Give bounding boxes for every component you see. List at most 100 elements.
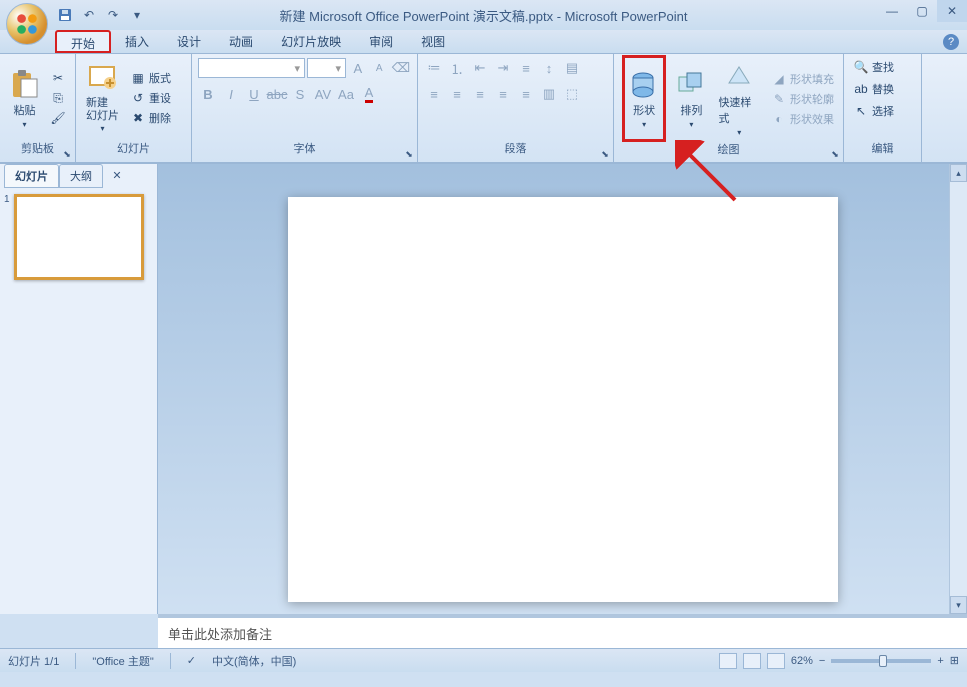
bold-button[interactable]: B xyxy=(198,84,218,104)
line-spacing-button[interactable]: ≡ xyxy=(516,58,536,78)
tab-insert[interactable]: 插入 xyxy=(111,30,163,53)
sorter-view-button[interactable] xyxy=(743,653,761,669)
zoom-in-icon[interactable]: + xyxy=(937,655,943,667)
save-icon[interactable] xyxy=(55,5,75,25)
panel-tab-slides[interactable]: 幻灯片 xyxy=(4,164,59,188)
window-controls: — ▢ ✕ xyxy=(877,0,967,22)
tab-home[interactable]: 开始 xyxy=(55,30,111,53)
group-editing: 🔍查找 ab替换 ↖选择 编辑 xyxy=(844,54,922,162)
shapes-label: 形状 xyxy=(633,102,655,118)
thumbnail-number: 1 xyxy=(4,194,10,280)
close-button[interactable]: ✕ xyxy=(937,0,967,22)
align-right-button[interactable]: ≡ xyxy=(470,84,490,104)
tab-view[interactable]: 视图 xyxy=(407,30,459,53)
slideshow-view-button[interactable] xyxy=(767,653,785,669)
status-slide-count: 幻灯片 1/1 xyxy=(8,653,59,669)
quick-styles-button[interactable]: 快速样式 ▾ xyxy=(714,58,764,139)
tab-animations[interactable]: 动画 xyxy=(215,30,267,53)
zoom-slider[interactable] xyxy=(831,659,931,663)
text-direction-button[interactable]: ↕ xyxy=(539,58,559,78)
align-left-button[interactable]: ≡ xyxy=(424,84,444,104)
zoom-thumb[interactable] xyxy=(879,655,887,667)
panel-tab-outline[interactable]: 大纲 xyxy=(59,164,103,188)
status-language[interactable]: 中文(简体，中国) xyxy=(212,653,296,669)
status-theme: "Office 主题" xyxy=(92,653,153,669)
layout-button[interactable]: ▦版式 xyxy=(127,69,174,87)
group-paragraph-label: 段落 xyxy=(424,138,607,158)
columns-button[interactable]: ▥ xyxy=(539,84,559,104)
find-button[interactable]: 🔍查找 xyxy=(850,58,897,76)
paste-button[interactable]: 粘贴 ▾ xyxy=(6,58,43,138)
paragraph-expand-icon[interactable]: ⬊ xyxy=(599,148,611,160)
select-button[interactable]: ↖选择 xyxy=(850,102,897,120)
fit-window-icon[interactable]: ⊞ xyxy=(950,654,959,667)
scroll-up-icon[interactable]: ▴ xyxy=(950,164,967,182)
chevron-down-icon: ▾ xyxy=(689,120,693,129)
slide-thumbnail[interactable]: 1 xyxy=(4,194,153,280)
arrange-icon xyxy=(675,68,707,100)
numbering-button[interactable]: ⒈ xyxy=(447,58,467,78)
ribbon: 粘贴 ▾ ✂ ⎘ 🖌 剪贴板 ⬊ 新建 幻灯片 ▾ ▦版式 ↺重设 ✖删除 xyxy=(0,54,967,164)
clear-format-icon[interactable]: ⌫ xyxy=(391,58,411,78)
shrink-font-icon[interactable]: A xyxy=(370,58,389,78)
font-family-combo[interactable]: ▾ xyxy=(198,58,305,78)
spellcheck-icon[interactable]: ✓ xyxy=(187,654,196,667)
group-font-label: 字体 xyxy=(198,138,411,158)
office-button[interactable] xyxy=(6,3,48,45)
normal-view-button[interactable] xyxy=(719,653,737,669)
decrease-indent-button[interactable]: ⇤ xyxy=(470,58,490,78)
char-spacing-button[interactable]: AV xyxy=(313,84,333,104)
bullets-button[interactable]: ≔ xyxy=(424,58,444,78)
undo-icon[interactable]: ↶ xyxy=(79,5,99,25)
qat-dropdown-icon[interactable]: ▾ xyxy=(127,5,147,25)
group-font: ▾ ▾ A A ⌫ B I U abc S AV Aa A 字体 ⬊ xyxy=(192,54,418,162)
chevron-down-icon: ▾ xyxy=(294,62,300,75)
shape-fill-button[interactable]: ◢形状填充 xyxy=(768,70,837,88)
format-painter-button[interactable]: 🖌 xyxy=(47,109,69,127)
new-slide-button[interactable]: 新建 幻灯片 ▾ xyxy=(82,58,123,138)
font-expand-icon[interactable]: ⬊ xyxy=(403,148,415,160)
scroll-down-icon[interactable]: ▾ xyxy=(950,596,967,614)
redo-icon[interactable]: ↷ xyxy=(103,5,123,25)
distribute-button[interactable]: ≡ xyxy=(516,84,536,104)
shadow-button[interactable]: S xyxy=(290,84,310,104)
shape-effects-button[interactable]: ◐形状效果 xyxy=(768,110,837,128)
tab-review[interactable]: 审阅 xyxy=(355,30,407,53)
help-icon[interactable]: ? xyxy=(943,34,959,50)
shape-outline-button[interactable]: ✎形状轮廓 xyxy=(768,90,837,108)
chevron-down-icon: ▾ xyxy=(22,120,26,129)
increase-indent-button[interactable]: ⇥ xyxy=(493,58,513,78)
arrange-button[interactable]: 排列 ▾ xyxy=(672,58,710,139)
maximize-button[interactable]: ▢ xyxy=(907,0,937,22)
reset-button[interactable]: ↺重设 xyxy=(127,89,174,107)
cut-button[interactable]: ✂ xyxy=(47,69,69,87)
convert-smartart-button[interactable]: ⬚ xyxy=(562,84,582,104)
clipboard-expand-icon[interactable]: ⬊ xyxy=(61,148,73,160)
minimize-button[interactable]: — xyxy=(877,0,907,22)
grow-font-icon[interactable]: A xyxy=(348,58,367,78)
notes-pane[interactable]: 单击此处添加备注 xyxy=(158,614,967,648)
strikethrough-button[interactable]: abc xyxy=(267,84,287,104)
vertical-scrollbar[interactable]: ▴ ▾ xyxy=(949,164,967,614)
align-center-button[interactable]: ≡ xyxy=(447,84,467,104)
panel-close-icon[interactable]: ✕ xyxy=(109,167,125,183)
align-text-button[interactable]: ▤ xyxy=(562,58,582,78)
font-color-button[interactable]: A xyxy=(359,84,379,104)
copy-button[interactable]: ⎘ xyxy=(47,89,69,107)
drawing-expand-icon[interactable]: ⬊ xyxy=(829,148,841,160)
change-case-button[interactable]: Aa xyxy=(336,84,356,104)
delete-button[interactable]: ✖删除 xyxy=(127,109,174,127)
tab-design[interactable]: 设计 xyxy=(163,30,215,53)
font-size-combo[interactable]: ▾ xyxy=(307,58,346,78)
tab-slideshow[interactable]: 幻灯片放映 xyxy=(267,30,355,53)
zoom-out-icon[interactable]: − xyxy=(819,655,825,667)
underline-button[interactable]: U xyxy=(244,84,264,104)
chevron-down-icon: ▾ xyxy=(737,128,741,137)
find-icon: 🔍 xyxy=(853,59,869,75)
shapes-button[interactable]: 形状 ▾ xyxy=(622,55,666,142)
italic-button[interactable]: I xyxy=(221,84,241,104)
justify-button[interactable]: ≡ xyxy=(493,84,513,104)
slide-canvas[interactable] xyxy=(288,197,838,602)
cut-icon: ✂ xyxy=(50,70,66,86)
replace-button[interactable]: ab替换 xyxy=(850,80,897,98)
